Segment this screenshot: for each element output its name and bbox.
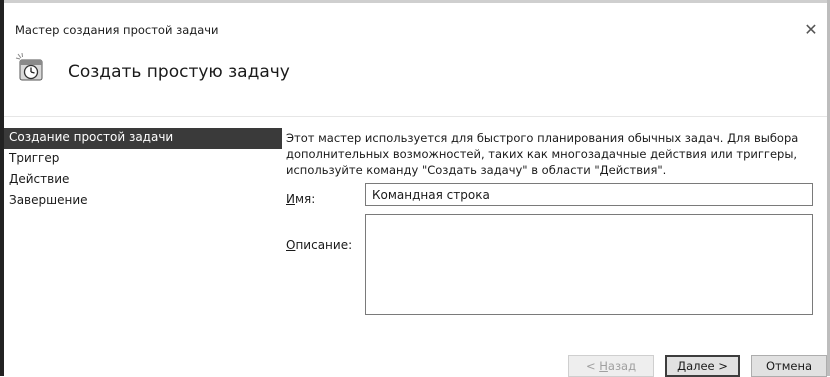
step-action: Действие [9, 172, 70, 186]
step-trigger: Триггер [9, 151, 60, 165]
back-button-rest: азад [607, 359, 637, 373]
step-create-simple-task: Создание простой задачи [4, 128, 282, 149]
wizard-description: Этот мастер используется для быстрого пл… [286, 131, 799, 177]
name-label-accel: И [286, 192, 295, 206]
description-label-rest: писание: [295, 238, 353, 252]
window-title: Мастер создания простой задачи [15, 23, 219, 37]
next-button-accel: Д [677, 359, 687, 373]
window-top-border [0, 0, 830, 3]
description-label: Описание: [286, 238, 352, 252]
back-button-accel: Н [599, 359, 608, 373]
wizard-steps-list: Создание простой задачи Триггер Действие… [4, 128, 282, 212]
task-scheduler-clock-icon [15, 52, 43, 81]
next-button-rest: алее > [686, 359, 728, 373]
back-button-prefix: < [585, 359, 600, 373]
close-button[interactable]: ✕ [800, 19, 822, 41]
step-finish: Завершение [9, 193, 88, 207]
name-field[interactable] [365, 183, 813, 206]
name-label: Имя: [286, 192, 315, 206]
cancel-button[interactable]: Отмена [751, 355, 827, 377]
page-title: Создать простую задачу [68, 62, 290, 82]
close-icon: ✕ [804, 20, 818, 39]
back-button[interactable]: < Назад [568, 355, 654, 377]
name-label-rest: мя: [294, 192, 316, 206]
wizard-window: Мастер создания простой задачи ✕ Создать… [0, 0, 830, 377]
header-divider [4, 116, 827, 117]
next-button[interactable]: Далее > [665, 355, 740, 377]
description-field[interactable] [365, 214, 813, 315]
